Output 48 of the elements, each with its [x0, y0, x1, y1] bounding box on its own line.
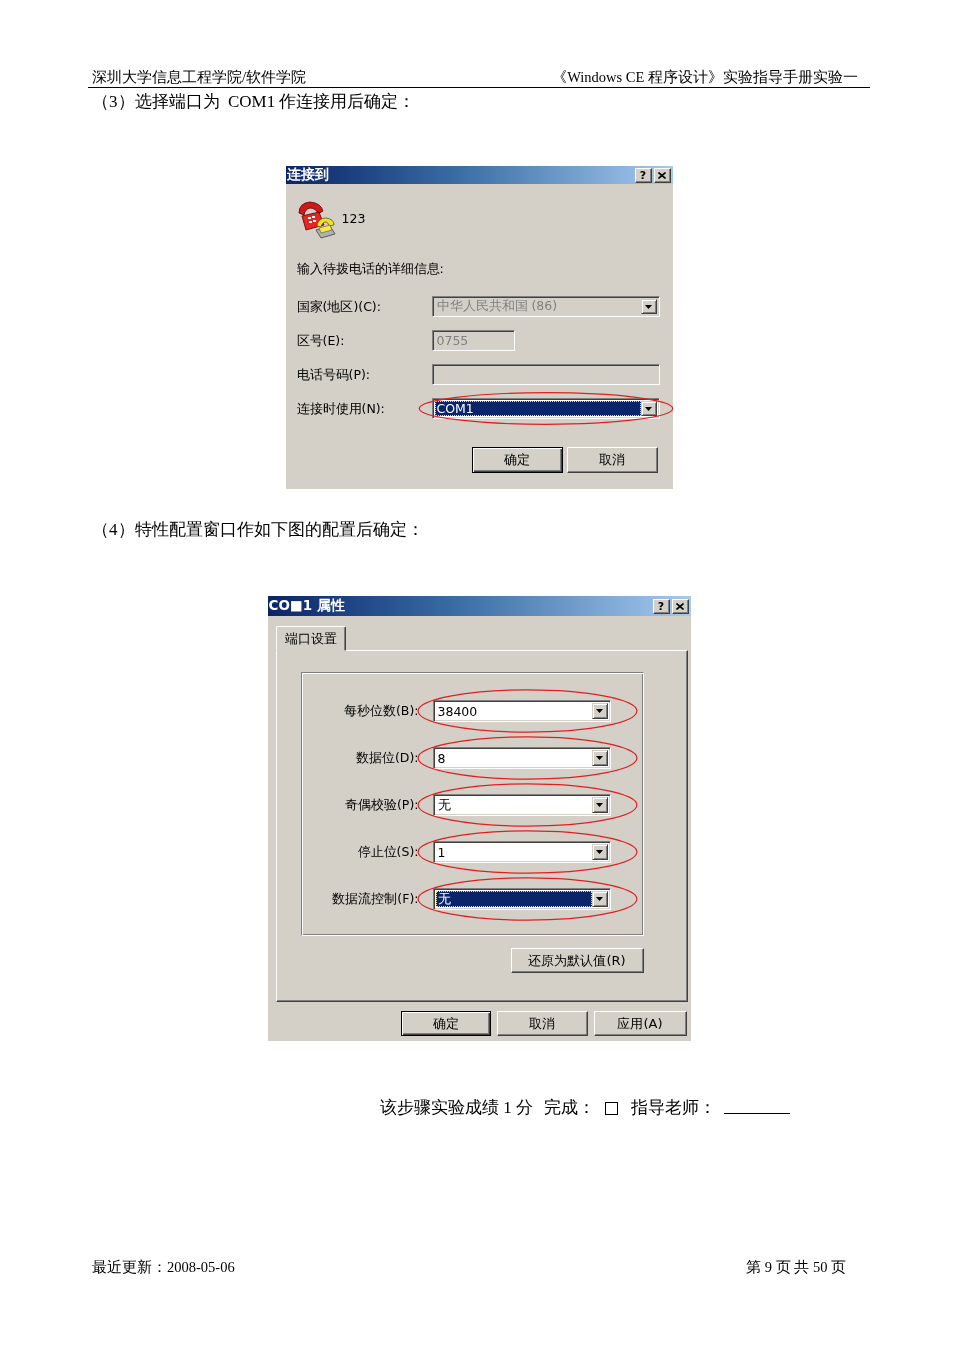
caret-down-icon — [591, 844, 608, 860]
caret-down-icon — [591, 750, 608, 766]
close-button[interactable] — [671, 598, 689, 614]
field-label: 奇偶校验(P): — [345, 797, 419, 813]
field-label: 每秒位数(B): — [343, 703, 419, 719]
close-icon — [676, 602, 684, 610]
prompt-text: 输入待拨电话的详细信息: — [296, 261, 444, 277]
footer-text: 最近更新：2008-05-06 — [92, 1258, 235, 1276]
dropdown-field[interactable]: 无 — [432, 888, 611, 910]
caret-down-icon — [591, 703, 608, 719]
dialog-button[interactable]: 确定 — [471, 447, 563, 473]
field-label: 电话号码(P): — [296, 366, 370, 383]
field-label: 区号(E): — [296, 332, 345, 349]
dropdown-field[interactable]: 38400 — [432, 700, 611, 722]
field-label: 连接时使用(N): — [296, 400, 385, 417]
dialog-button[interactable]: 应用(A) — [593, 1011, 687, 1036]
step-instruction: （3）选择端口为 COM1 作连接用后确定： — [91, 91, 416, 113]
caret-down-icon — [591, 797, 608, 813]
dropdown-field[interactable]: 无 — [432, 794, 611, 816]
close-icon — [658, 171, 666, 179]
completion-checkbox[interactable] — [605, 1101, 618, 1115]
dialog-button[interactable]: 取消 — [496, 1011, 588, 1036]
help-button[interactable]: ? — [634, 167, 652, 183]
completion-label: 完成： — [544, 1097, 595, 1119]
score-text: 该步骤实验成绩 1 分 — [380, 1097, 533, 1119]
dialog-button[interactable]: 取消 — [566, 447, 658, 473]
telephone-icon — [296, 199, 337, 239]
teacher-label: 指导老师： — [631, 1097, 716, 1119]
window-title: CO■1 属性 — [268, 597, 346, 615]
field-label: 数据位(D): — [355, 750, 419, 766]
field-label: 国家(地区)(C): — [296, 298, 381, 315]
restore-defaults-button[interactable]: 还原为默认值(R) — [510, 948, 644, 973]
dialog-button[interactable]: 确定 — [400, 1011, 491, 1036]
field-label: 数据流控制(F): — [332, 891, 419, 907]
field-label: 停止位(S): — [357, 844, 419, 860]
header-text: 深圳大学信息工程学院/软件学院 — [92, 68, 307, 86]
dropdown-field[interactable]: 8 — [432, 747, 611, 769]
dropdown-field[interactable]: 1 — [432, 841, 611, 863]
close-button[interactable] — [653, 167, 671, 183]
step-instruction: （4）特性配置窗口作如下图的配置后确定： — [91, 519, 424, 541]
tab[interactable]: 端口设置 — [275, 626, 346, 651]
help-button[interactable]: ? — [652, 598, 670, 614]
dropdown-field[interactable]: COM1 — [431, 398, 660, 419]
connection-name: 123 — [341, 211, 366, 227]
caret-down-icon — [640, 299, 657, 314]
header-text: 《Windows CE 程序设计》实验指导手册实验一 — [552, 68, 858, 86]
window-title: 连接到 — [286, 166, 330, 184]
footer-text: 第 9 页 共 50 页 — [746, 1258, 846, 1276]
